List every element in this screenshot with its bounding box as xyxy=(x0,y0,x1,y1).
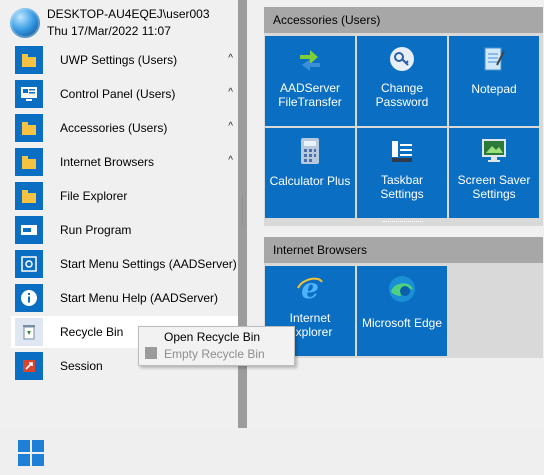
menu-item-label: Recycle Bin xyxy=(60,325,124,339)
chevron-up-icon[interactable]: ^ xyxy=(228,155,233,166)
tile-aadserver-filetransfer[interactable]: AADServer FileTransfer xyxy=(265,36,355,126)
user-globe-icon xyxy=(10,8,40,38)
menu-item-label: Accessories (Users) xyxy=(60,121,168,135)
control-panel-icon xyxy=(15,80,43,108)
tile-screen-saver-settings[interactable]: Screen Saver Settings xyxy=(449,128,539,218)
file-explorer-icon xyxy=(15,182,43,210)
notepad-icon xyxy=(479,44,509,74)
folder-icon xyxy=(15,114,43,142)
menu-item-start-menu-help[interactable]: Start Menu Help (AADServer) xyxy=(11,282,238,314)
context-item-open-recycle-bin[interactable]: Open Recycle Bin xyxy=(164,330,260,344)
group-header[interactable]: Internet Browsers xyxy=(264,237,543,263)
calculator-icon xyxy=(295,136,325,166)
menu-item-label: Run Program xyxy=(60,223,132,237)
context-item-empty-recycle-bin[interactable]: Empty Recycle Bin xyxy=(164,347,265,361)
chevron-up-icon[interactable]: ^ xyxy=(228,87,233,98)
empty-bin-icon xyxy=(145,347,157,359)
menu-item-label: File Explorer xyxy=(60,189,128,203)
menu-item-internet-browsers[interactable]: Internet Browsers ^ xyxy=(11,146,238,178)
chevron-up-icon[interactable]: ^ xyxy=(228,121,233,132)
edge-icon xyxy=(387,274,417,304)
tile-taskbar-settings[interactable]: Taskbar Settings xyxy=(357,128,447,218)
settings-icon xyxy=(15,250,43,278)
file-transfer-icon xyxy=(295,44,325,74)
taskbar xyxy=(0,428,544,475)
menu-item-label: Internet Browsers xyxy=(60,155,155,169)
menu-item-uwp-settings[interactable]: UWP Settings (Users) ^ xyxy=(11,44,238,76)
tile-label: Calculator Plus xyxy=(269,174,351,188)
user-header: DESKTOP-AU4EQEJ\user003 Thu 17/Mar/2022 … xyxy=(10,4,238,38)
taskbar-settings-icon xyxy=(387,136,417,166)
tile-label: Microsoft Edge xyxy=(361,316,443,330)
group-accessories: Accessories (Users) AADServer FileTransf… xyxy=(264,7,543,226)
scroll-grip[interactable] xyxy=(242,196,246,226)
recycle-bin-context-menu: Open Recycle Bin Empty Recycle Bin xyxy=(138,326,295,366)
chevron-up-icon[interactable]: ^ xyxy=(228,53,233,64)
menu-item-label: Start Menu Help (AADServer) xyxy=(60,291,219,305)
tile-label: Taskbar Settings xyxy=(380,173,424,201)
internet-explorer-icon: e xyxy=(295,274,325,304)
tile-calculator-plus[interactable]: Calculator Plus xyxy=(265,128,355,218)
menu-item-label: UWP Settings (Users) xyxy=(60,53,178,67)
group-header[interactable]: Accessories (Users) xyxy=(264,7,543,33)
session-icon xyxy=(15,352,43,380)
info-icon xyxy=(15,284,43,312)
tile-label: Screen Saver Settings xyxy=(457,173,531,201)
windows-logo-icon[interactable] xyxy=(18,440,44,466)
group-resize-grip[interactable] xyxy=(383,221,423,226)
menu-item-run-program[interactable]: Run Program xyxy=(11,214,238,246)
tile-microsoft-edge[interactable]: Microsoft Edge xyxy=(357,266,447,356)
tile-notepad[interactable]: Notepad xyxy=(449,36,539,126)
key-icon xyxy=(387,44,417,74)
menu-item-label: Session xyxy=(60,359,103,373)
folder-icon xyxy=(15,148,43,176)
tile-label: Notepad xyxy=(471,82,517,96)
run-icon xyxy=(15,216,43,244)
user-datetime: Thu 17/Mar/2022 11:07 xyxy=(47,24,171,38)
user-name: DESKTOP-AU4EQEJ\user003 xyxy=(47,7,210,21)
recycle-bin-icon xyxy=(15,318,43,346)
menu-item-file-explorer[interactable]: File Explorer xyxy=(11,180,238,212)
tile-label: Change Password xyxy=(375,81,429,109)
menu-item-accessories[interactable]: Accessories (Users) ^ xyxy=(11,112,238,144)
screen-saver-icon xyxy=(479,136,509,166)
menu-item-label: Start Menu Settings (AADServer) xyxy=(60,257,237,271)
group-internet-browsers: Internet Browsers e Internet Explorer Mi… xyxy=(264,237,543,358)
tile-change-password[interactable]: Change Password xyxy=(357,36,447,126)
menu-item-label: Control Panel (Users) xyxy=(60,87,176,101)
menu-item-control-panel[interactable]: Control Panel (Users) ^ xyxy=(11,78,238,110)
folder-icon xyxy=(15,46,43,74)
tile-label: AADServer FileTransfer xyxy=(278,81,342,109)
menu-item-start-menu-settings[interactable]: Start Menu Settings (AADServer) xyxy=(11,248,238,280)
